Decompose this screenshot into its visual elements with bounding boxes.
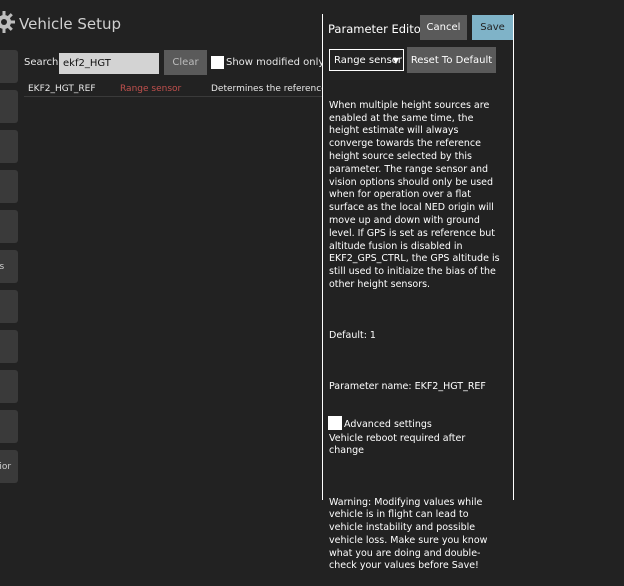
sidebar-item[interactable] [0, 90, 18, 123]
selected-value: Range sensor [334, 54, 403, 66]
search-input[interactable] [59, 53, 159, 74]
page-title: Vehicle Setup [19, 15, 122, 33]
show-modified-label: Show modified only [226, 57, 325, 68]
table-row[interactable]: EKF2_HGT_REF Range sensor Determines the… [24, 80, 334, 97]
sidebar-item[interactable] [0, 50, 18, 83]
reboot-text: Vehicle reboot required after change [329, 432, 466, 457]
sidebar-item[interactable] [0, 130, 18, 163]
clear-button[interactable]: Clear [164, 50, 207, 75]
sidebar-item[interactable] [0, 410, 18, 443]
advanced-settings-label: Advanced settings [344, 419, 432, 430]
warning-text: Warning: Modifying values while vehicle … [329, 496, 488, 572]
panel-title: Parameter Editor [328, 22, 426, 36]
sidebar-item[interactable]: vior [0, 450, 18, 483]
sidebar-item[interactable] [0, 170, 18, 203]
parameter-editor-panel: Parameter Editor Cancel Save Range senso… [322, 14, 514, 571]
default-text: Default: 1 [329, 330, 376, 342]
sidebar-item-label: vior [0, 462, 12, 472]
param-description: Determines the reference s [211, 84, 335, 94]
param-value: Range sensor [120, 84, 182, 94]
search-label: Search: [24, 57, 62, 68]
gear-icon [0, 11, 15, 33]
param-name-text: Parameter name: EKF2_HGT_REF [329, 381, 486, 393]
advanced-settings-checkbox[interactable] [328, 416, 342, 430]
description-text: When multiple height sources are enabled… [329, 99, 500, 290]
param-name: EKF2_HGT_REF [28, 84, 96, 94]
value-select[interactable]: Range sensor ▼ [329, 49, 404, 71]
sidebar-item[interactable] [0, 290, 18, 323]
sidebar-item-label: es [0, 262, 5, 272]
sidebar-item[interactable] [0, 330, 18, 363]
sidebar-item[interactable]: es [0, 250, 18, 283]
sidebar-item[interactable] [0, 210, 18, 243]
caret-down-icon: ▼ [392, 56, 399, 65]
parameter-description-block: When multiple height sources are enabled… [329, 87, 501, 586]
header: Vehicle Setup [0, 0, 624, 48]
cancel-button[interactable]: Cancel [420, 15, 467, 40]
reset-to-default-button[interactable]: Reset To Default [407, 47, 496, 73]
save-button[interactable]: Save [472, 15, 513, 40]
sidebar-item[interactable] [0, 370, 18, 403]
show-modified-checkbox[interactable] [211, 56, 224, 69]
